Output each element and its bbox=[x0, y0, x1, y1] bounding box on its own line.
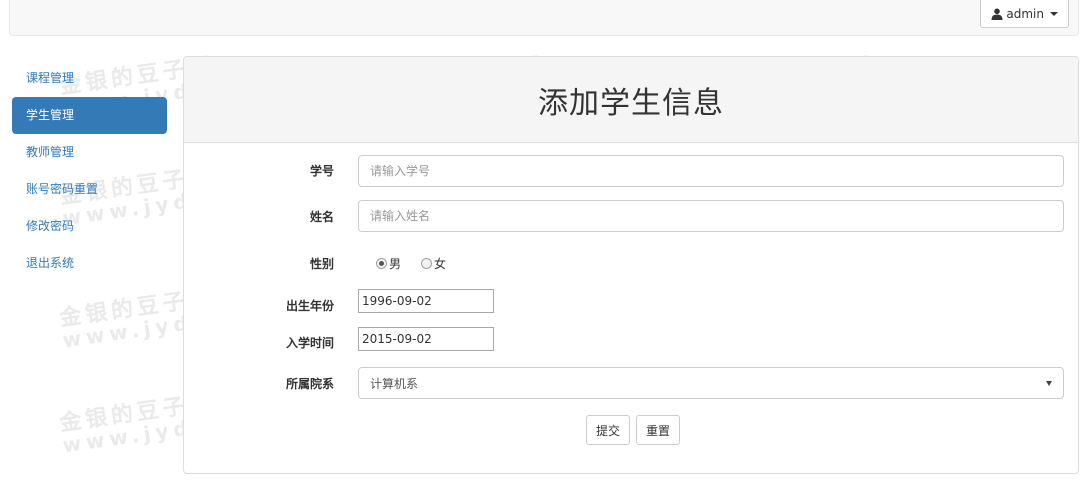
department-select[interactable]: 计算机系 bbox=[358, 367, 1064, 399]
gender-male-label: 男 bbox=[389, 257, 402, 271]
reset-button[interactable]: 重置 bbox=[636, 415, 681, 445]
add-student-panel: 添加学生信息 学号 姓名 性别 男 女 出生年份 入学时间 所属院系 计算机系 … bbox=[183, 56, 1079, 474]
enrollment-date-label: 入学时间 bbox=[285, 336, 334, 350]
sidebar-item-teacher-management[interactable]: 教师管理 bbox=[12, 134, 167, 171]
submit-button[interactable]: 提交 bbox=[586, 415, 631, 445]
enrollment-date-input[interactable] bbox=[358, 327, 494, 351]
department-label: 所属院系 bbox=[285, 377, 334, 391]
name-input[interactable] bbox=[358, 200, 1064, 232]
dropdown-arrow-icon bbox=[1046, 380, 1052, 386]
sidebar-item-logout[interactable]: 退出系统 bbox=[12, 245, 167, 282]
name-label: 姓名 bbox=[309, 210, 334, 224]
username-label: admin bbox=[1006, 6, 1044, 21]
birth-year-label: 出生年份 bbox=[285, 299, 334, 313]
sidebar-item-course-management[interactable]: 课程管理 bbox=[12, 60, 167, 97]
department-selected-value: 计算机系 bbox=[370, 376, 419, 391]
gender-label: 性别 bbox=[309, 257, 334, 271]
student-id-input[interactable] bbox=[358, 155, 1064, 187]
gender-option-female[interactable]: 女 bbox=[421, 255, 446, 272]
sidebar-item-account-password-reset[interactable]: 账号密码重置 bbox=[12, 171, 167, 208]
page-title: 添加学生信息 bbox=[538, 85, 724, 121]
student-id-label: 学号 bbox=[309, 164, 334, 178]
birth-year-input[interactable] bbox=[358, 289, 494, 313]
panel-heading: 添加学生信息 bbox=[184, 57, 1078, 143]
user-icon bbox=[991, 8, 1003, 20]
user-menu-button[interactable]: admin bbox=[980, 0, 1069, 28]
sidebar-item-change-password[interactable]: 修改密码 bbox=[12, 208, 167, 245]
gender-female-label: 女 bbox=[434, 257, 447, 271]
radio-unchecked-icon[interactable] bbox=[421, 258, 433, 269]
sidebar: 课程管理 学生管理 教师管理 账号密码重置 修改密码 退出系统 bbox=[12, 60, 167, 282]
top-navbar: admin bbox=[9, 0, 1079, 36]
caret-down-icon bbox=[1050, 11, 1058, 16]
radio-checked-icon[interactable] bbox=[376, 258, 387, 269]
gender-radio-group: 男 女 bbox=[376, 255, 446, 272]
gender-option-male[interactable]: 男 bbox=[376, 255, 401, 272]
sidebar-item-student-management[interactable]: 学生管理 bbox=[12, 97, 167, 134]
